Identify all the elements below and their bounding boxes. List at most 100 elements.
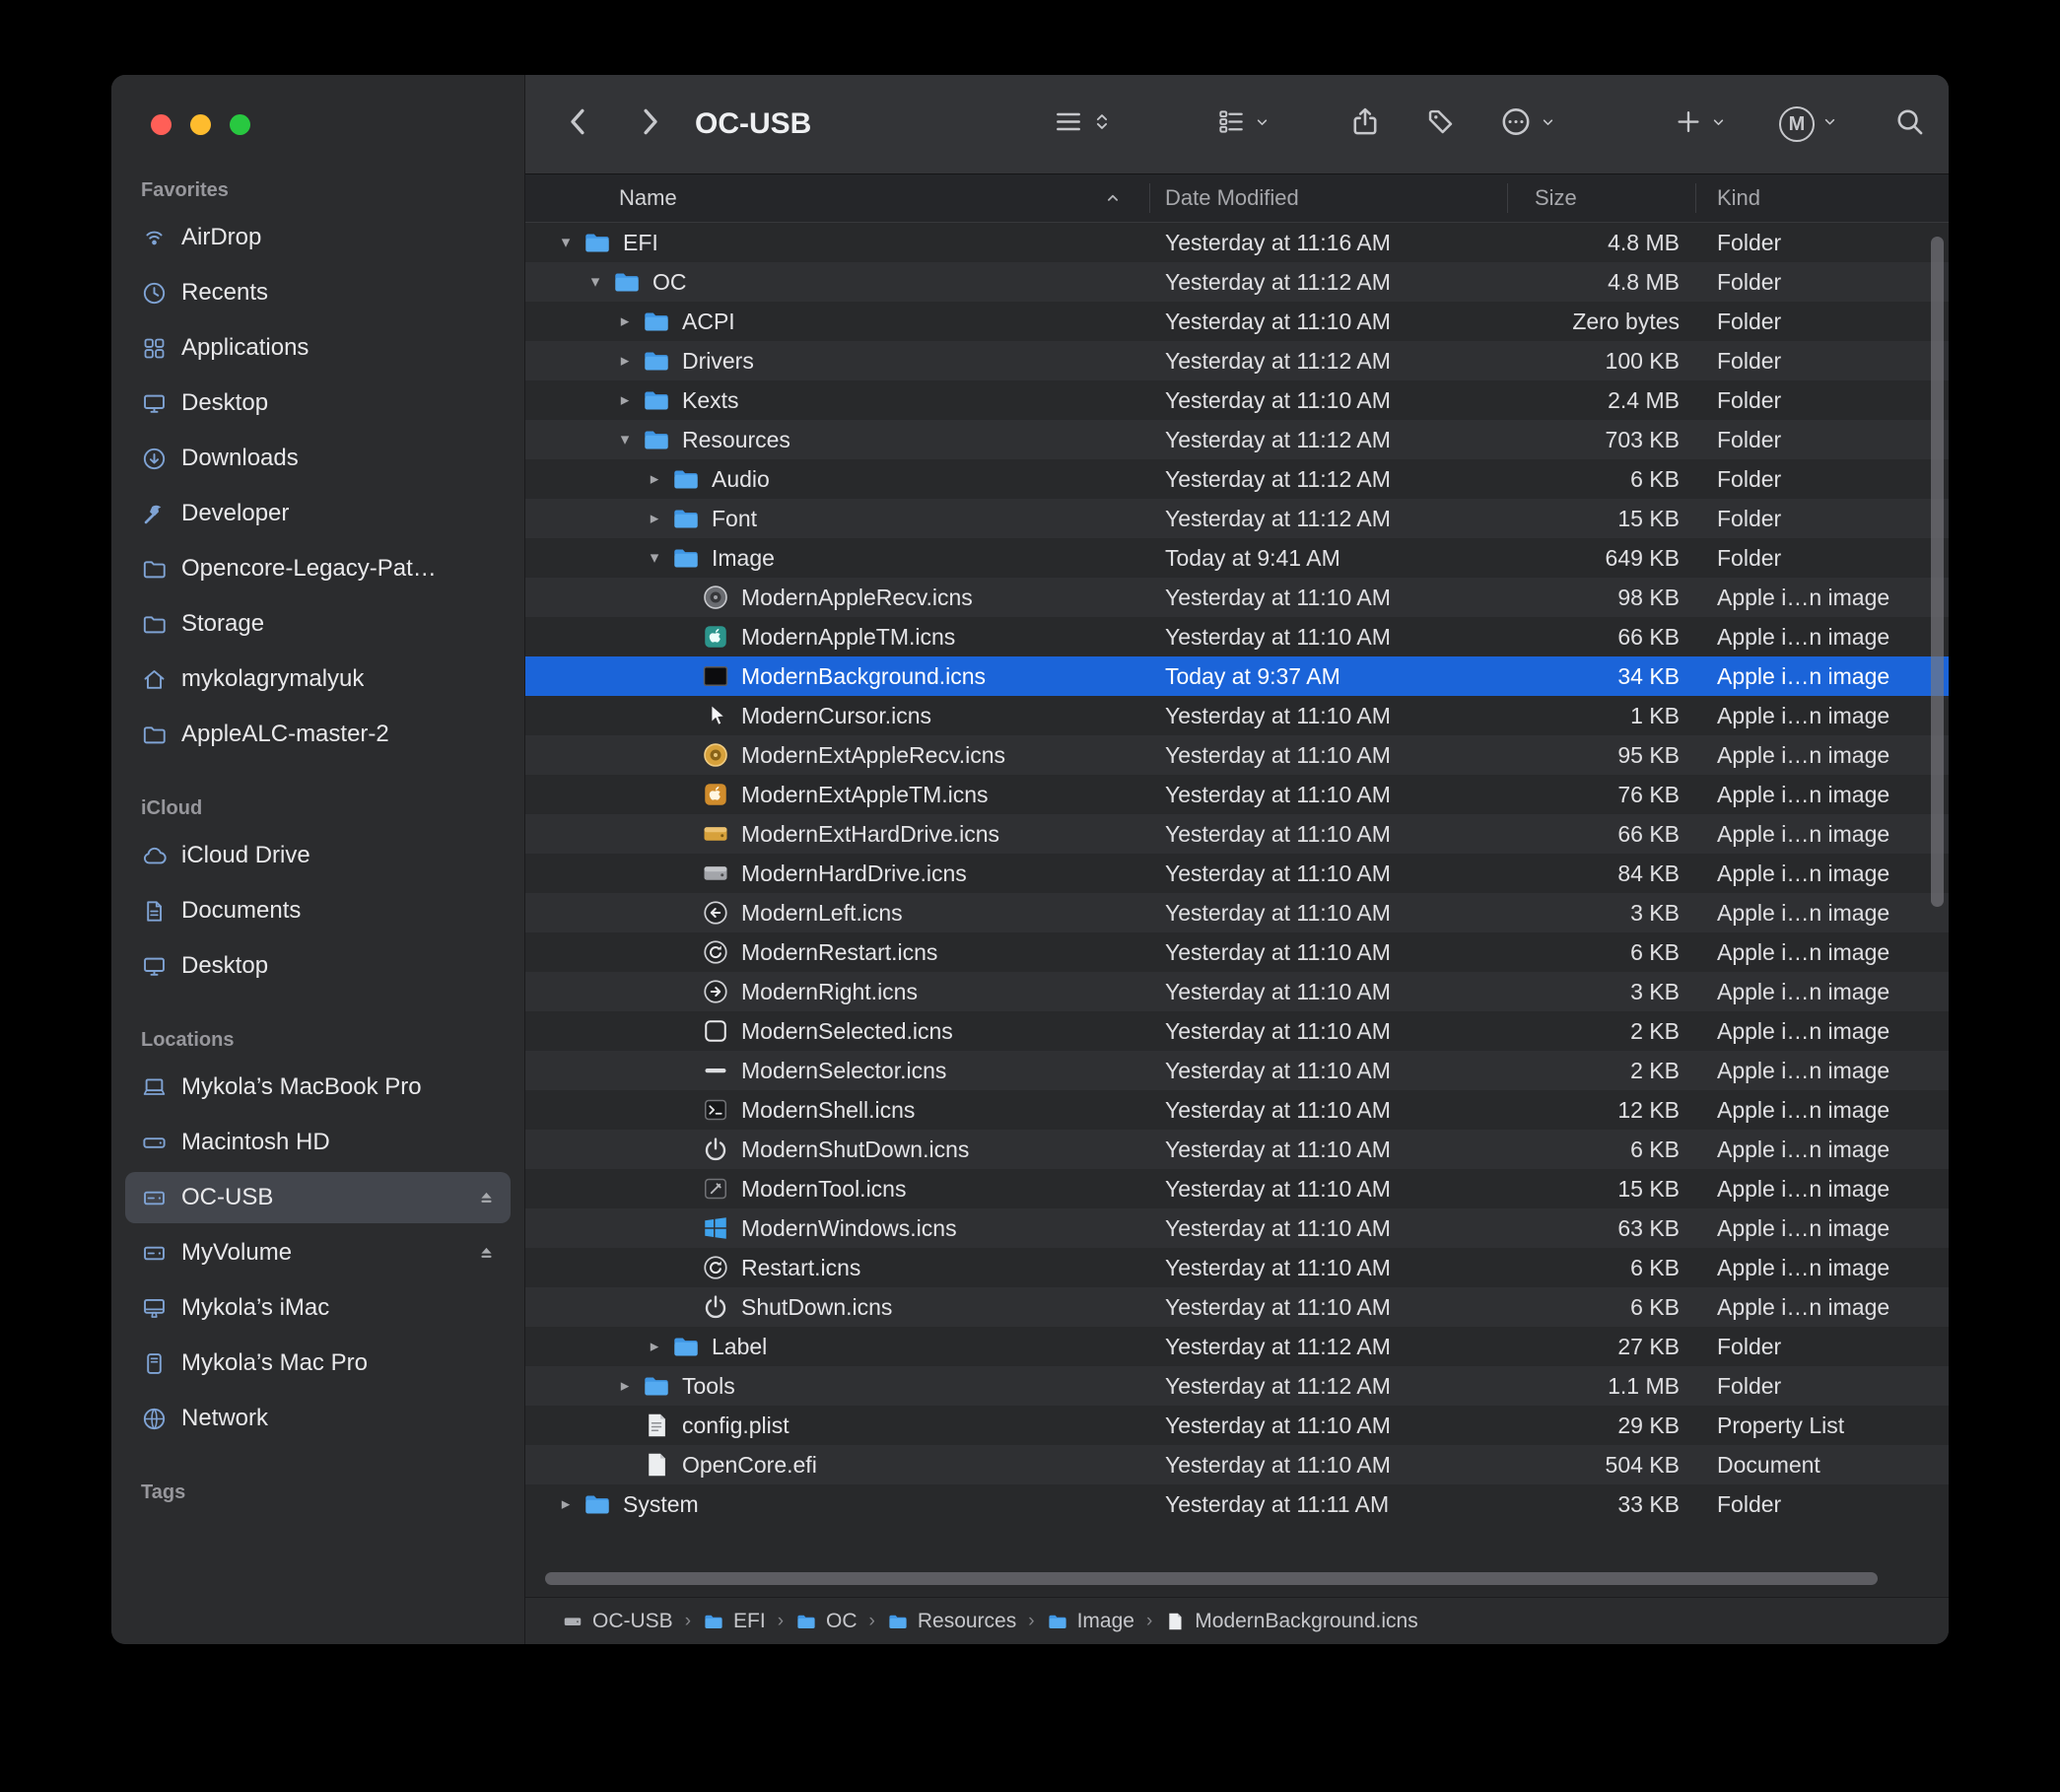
- column-header-size[interactable]: Size: [1507, 185, 1695, 211]
- view-picker-button[interactable]: [1053, 106, 1113, 143]
- file-row-restart-icns[interactable]: Restart.icnsYesterday at 11:10 AM6 KBApp…: [525, 1248, 1949, 1287]
- file-row-kexts[interactable]: ▸KextsYesterday at 11:10 AM2.4 MBFolder: [525, 380, 1949, 420]
- disclosure-triangle[interactable]: ▾: [581, 272, 610, 292]
- file-row-label[interactable]: ▸LabelYesterday at 11:12 AM27 KBFolder: [525, 1327, 1949, 1366]
- file-row-modernrestart-icns[interactable]: ModernRestart.icnsYesterday at 11:10 AM6…: [525, 932, 1949, 972]
- column-header-name[interactable]: Name: [525, 185, 1149, 211]
- file-row-tools[interactable]: ▸ToolsYesterday at 11:12 AM1.1 MBFolder: [525, 1366, 1949, 1406]
- column-divider[interactable]: [1695, 183, 1696, 213]
- file-row-modernapplerecv-icns[interactable]: ModernAppleRecv.icnsYesterday at 11:10 A…: [525, 578, 1949, 617]
- disclosure-triangle[interactable]: ▸: [640, 1337, 669, 1356]
- more-actions-button[interactable]: [1499, 105, 1556, 144]
- file-row-resources[interactable]: ▾ResourcesYesterday at 11:12 AM703 KBFol…: [525, 420, 1949, 459]
- sidebar-item-developer[interactable]: Developer: [125, 488, 511, 539]
- sidebar-item-oc-usb[interactable]: OC-USB: [125, 1172, 511, 1223]
- eject-icon[interactable]: [476, 1188, 497, 1208]
- file-row-modernextapplerecv-icns[interactable]: ModernExtAppleRecv.icnsYesterday at 11:1…: [525, 735, 1949, 775]
- sidebar-item-airdrop[interactable]: AirDrop: [125, 212, 511, 263]
- file-row-modernshutdown-icns[interactable]: ModernShutDown.icnsYesterday at 11:10 AM…: [525, 1130, 1949, 1169]
- path-item-oc[interactable]: OC: [795, 1610, 858, 1633]
- path-item-oc-usb[interactable]: OC-USB: [562, 1610, 673, 1633]
- group-button[interactable]: [1215, 106, 1270, 143]
- disclosure-triangle[interactable]: ▾: [551, 233, 581, 252]
- file-row-audio[interactable]: ▸AudioYesterday at 11:12 AM6 KBFolder: [525, 459, 1949, 499]
- file-row-moderntool-icns[interactable]: ModernTool.icnsYesterday at 11:10 AM15 K…: [525, 1169, 1949, 1208]
- column-divider[interactable]: [1507, 183, 1508, 213]
- path-item-label: ModernBackground.icns: [1195, 1610, 1417, 1633]
- file-row-drivers[interactable]: ▸DriversYesterday at 11:12 AM100 KBFolde…: [525, 341, 1949, 380]
- path-item-image[interactable]: Image: [1047, 1610, 1134, 1633]
- sidebar-item-documents[interactable]: Documents: [125, 885, 511, 936]
- path-item-modernbackground-icns[interactable]: ModernBackground.icns: [1164, 1610, 1417, 1633]
- file-row-system[interactable]: ▸SystemYesterday at 11:11 AM33 KBFolder: [525, 1484, 1949, 1524]
- sidebar-item-mykola-s-macbook-pro[interactable]: Mykola’s MacBook Pro: [125, 1062, 511, 1113]
- file-row-config-plist[interactable]: config.plistYesterday at 11:10 AM29 KBPr…: [525, 1406, 1949, 1445]
- disclosure-triangle[interactable]: ▸: [640, 509, 669, 528]
- path-item-efi[interactable]: EFI: [703, 1610, 766, 1633]
- eject-icon[interactable]: [476, 1243, 497, 1264]
- forward-button[interactable]: [632, 104, 667, 145]
- file-date-modified: Yesterday at 11:10 AM: [1149, 1018, 1507, 1045]
- sidebar-item-network[interactable]: Network: [125, 1393, 511, 1444]
- disclosure-triangle[interactable]: ▾: [640, 548, 669, 568]
- tag-button[interactable]: [1424, 105, 1457, 143]
- sidebar-item-mykola-s-imac[interactable]: Mykola’s iMac: [125, 1282, 511, 1334]
- file-row-modernselected-icns[interactable]: ModernSelected.icnsYesterday at 11:10 AM…: [525, 1011, 1949, 1051]
- file-row-opencore-efi[interactable]: OpenCore.efiYesterday at 11:10 AM504 KBD…: [525, 1445, 1949, 1484]
- close-button[interactable]: [151, 114, 172, 135]
- sidebar-item-mykolagrymalyuk[interactable]: mykolagrymalyuk: [125, 654, 511, 705]
- sidebar-item-downloads[interactable]: Downloads: [125, 433, 511, 484]
- sidebar-item-desktop[interactable]: Desktop: [125, 378, 511, 429]
- file-row-efi[interactable]: ▾EFIYesterday at 11:16 AM4.8 MBFolder: [525, 223, 1949, 262]
- file-kind: Folder: [1695, 506, 1949, 532]
- column-header-kind[interactable]: Kind: [1695, 185, 1949, 211]
- disclosure-triangle[interactable]: ▸: [640, 469, 669, 489]
- column-divider[interactable]: [1149, 183, 1150, 213]
- file-row-modernappletm-icns[interactable]: ModernAppleTM.icnsYesterday at 11:10 AM6…: [525, 617, 1949, 656]
- sidebar-item-storage[interactable]: Storage: [125, 598, 511, 650]
- search-button[interactable]: [1893, 105, 1926, 143]
- file-row-shutdown-icns[interactable]: ShutDown.icnsYesterday at 11:10 AM6 KBAp…: [525, 1287, 1949, 1327]
- sidebar-item-recents[interactable]: Recents: [125, 267, 511, 318]
- vertical-scrollbar[interactable]: [1931, 237, 1944, 907]
- file-row-modernextappletm-icns[interactable]: ModernExtAppleTM.icnsYesterday at 11:10 …: [525, 775, 1949, 814]
- new-item-button[interactable]: [1674, 107, 1727, 142]
- disclosure-triangle[interactable]: ▸: [610, 311, 640, 331]
- file-row-modernwindows-icns[interactable]: ModernWindows.icnsYesterday at 11:10 AM6…: [525, 1208, 1949, 1248]
- file-name: Drivers: [682, 348, 754, 375]
- file-name: Restart.icns: [741, 1255, 860, 1281]
- file-row-oc[interactable]: ▾OCYesterday at 11:12 AM4.8 MBFolder: [525, 262, 1949, 302]
- file-row-modernshell-icns[interactable]: ModernShell.icnsYesterday at 11:10 AM12 …: [525, 1090, 1949, 1130]
- sidebar-item-applealc-master-2[interactable]: AppleALC-master-2: [125, 709, 511, 760]
- account-menu-button[interactable]: M: [1779, 106, 1838, 142]
- file-row-image[interactable]: ▾ImageToday at 9:41 AM649 KBFolder: [525, 538, 1949, 578]
- share-button[interactable]: [1348, 105, 1382, 144]
- back-button[interactable]: [561, 104, 596, 145]
- sidebar-item-applications[interactable]: Applications: [125, 322, 511, 374]
- file-row-acpi[interactable]: ▸ACPIYesterday at 11:10 AMZero bytesFold…: [525, 302, 1949, 341]
- file-row-modernbackground-icns[interactable]: ModernBackground.icnsToday at 9:37 AM34 …: [525, 656, 1949, 696]
- sidebar-item-opencore-legacy-pat[interactable]: Opencore-Legacy-Pat…: [125, 543, 511, 594]
- disclosure-triangle[interactable]: ▸: [610, 1376, 640, 1396]
- file-row-modernharddrive-icns[interactable]: ModernHardDrive.icnsYesterday at 11:10 A…: [525, 854, 1949, 893]
- column-header-date-modified[interactable]: Date Modified: [1149, 185, 1507, 211]
- sidebar-item-macintosh-hd[interactable]: Macintosh HD: [125, 1117, 511, 1168]
- disclosure-triangle[interactable]: ▸: [610, 351, 640, 371]
- file-row-modernright-icns[interactable]: ModernRight.icnsYesterday at 11:10 AM3 K…: [525, 972, 1949, 1011]
- sidebar-item-icloud-drive[interactable]: iCloud Drive: [125, 830, 511, 881]
- file-row-modernleft-icns[interactable]: ModernLeft.icnsYesterday at 11:10 AM3 KB…: [525, 893, 1949, 932]
- disclosure-triangle[interactable]: ▸: [610, 390, 640, 410]
- horizontal-scrollbar[interactable]: [545, 1572, 1878, 1585]
- sidebar-item-mykola-s-mac-pro[interactable]: Mykola’s Mac Pro: [125, 1338, 511, 1389]
- sidebar-item-myvolume[interactable]: MyVolume: [125, 1227, 511, 1278]
- zoom-button[interactable]: [230, 114, 250, 135]
- disclosure-triangle[interactable]: ▸: [551, 1494, 581, 1514]
- path-item-resources[interactable]: Resources: [887, 1610, 1016, 1633]
- sidebar-item-desktop[interactable]: Desktop: [125, 940, 511, 992]
- disclosure-triangle[interactable]: ▾: [610, 430, 640, 449]
- minimize-button[interactable]: [190, 114, 211, 135]
- file-row-font[interactable]: ▸FontYesterday at 11:12 AM15 KBFolder: [525, 499, 1949, 538]
- file-row-modernselector-icns[interactable]: ModernSelector.icnsYesterday at 11:10 AM…: [525, 1051, 1949, 1090]
- file-row-moderncursor-icns[interactable]: ModernCursor.icnsYesterday at 11:10 AM1 …: [525, 696, 1949, 735]
- file-row-modernextharddrive-icns[interactable]: ModernExtHardDrive.icnsYesterday at 11:1…: [525, 814, 1949, 854]
